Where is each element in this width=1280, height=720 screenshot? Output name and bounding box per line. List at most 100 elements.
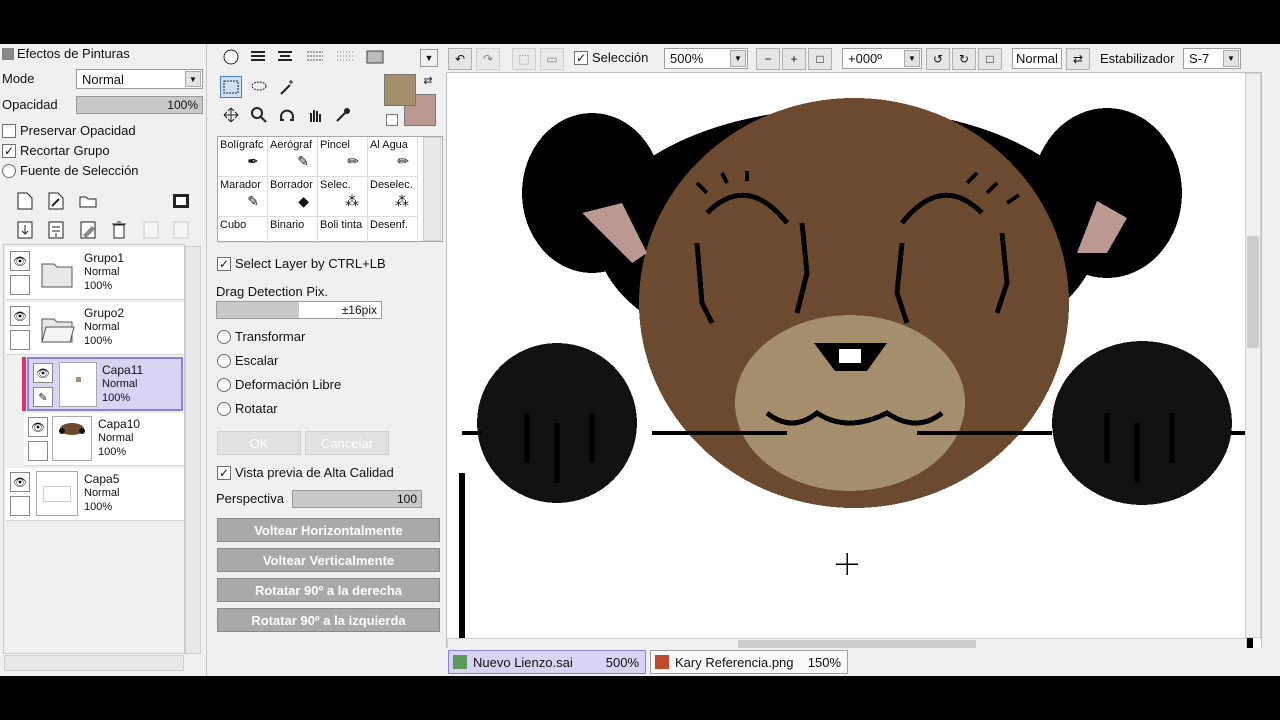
texture-shape-3-icon[interactable] [304,46,326,68]
zoom-select[interactable]: 500% ▼ [664,48,748,69]
panel-dropdown-icon[interactable]: ▼ [420,49,438,67]
brush-blur[interactable]: Desenf. [368,217,418,243]
clip-group-checkbox[interactable]: ✓ [2,143,16,158]
drag-detection-slider[interactable]: ±16pix [216,301,382,319]
clip-group-option[interactable]: ✓ Recortar Grupo [2,143,110,158]
ok-button[interactable]: OK [217,431,301,455]
zoom-out-icon[interactable]: − [756,48,780,70]
magic-wand-icon[interactable] [276,76,298,98]
undo-icon[interactable]: ↶ [448,48,472,70]
brush-deselect[interactable]: Deselec. ⁂ [368,177,418,217]
rotate-option[interactable]: Rotatar [217,401,278,416]
texture-shape-icon[interactable] [247,46,269,68]
selection-source-option[interactable]: Fuente de Selección [2,163,139,178]
brush-marker[interactable]: Marador ✎ [218,177,268,217]
free-deform-radio[interactable] [217,377,231,392]
delete-layer-icon[interactable] [108,219,130,241]
brush-airbrush[interactable]: Aerógraf ✎ [268,137,318,177]
chevron-down-icon[interactable]: ▼ [904,50,920,67]
layer-list-scrollbar[interactable] [185,246,201,654]
layer-item[interactable]: 👁 Grupo1 Normal 100% [6,247,184,300]
rotate-right-button[interactable]: Rotatar 90º a la derecha [217,578,440,602]
brush-brush[interactable]: Pincel ✏ [318,137,368,177]
main-color-swatch[interactable] [384,74,416,106]
lock-toggle[interactable] [10,330,30,350]
hand-icon[interactable] [304,104,326,126]
zoom-icon[interactable] [248,104,270,126]
transform-radio[interactable] [217,329,231,344]
rotate-icon[interactable] [276,104,298,126]
brush-pen[interactable]: Bolígrafc ✒ [218,137,268,177]
scale-option[interactable]: Escalar [217,353,278,368]
selection-toggle[interactable]: ✓ Selección [574,50,648,65]
layer-item[interactable]: 👁 Grupo2 Normal 100% [6,302,184,355]
new-layer-icon[interactable] [14,190,36,212]
new-folder-icon[interactable] [77,190,99,212]
brush-binary[interactable]: Binario [268,217,318,243]
layer-item-selected[interactable]: 👁 ✎ Capa11 Normal 100% [27,357,183,411]
eye-icon[interactable]: 👁 [10,251,30,271]
texture-shape-4-icon[interactable] [334,46,356,68]
stabilizer-select[interactable]: S-7 ▼ [1183,48,1241,69]
brush-ink-pen[interactable]: Boli tinta [318,217,368,243]
brush-grid-scrollbar[interactable] [423,137,441,241]
flip-view-icon[interactable]: ⇄ [1066,48,1090,70]
brush-bucket[interactable]: Cubo [218,217,268,243]
rotate-right-icon[interactable]: ↻ [952,48,976,70]
swap-colors-icon[interactable]: ⇄ [420,72,436,88]
move-icon[interactable] [220,104,242,126]
rotate-radio[interactable] [217,401,231,416]
opacity-slider[interactable]: 100% [76,96,203,114]
layer-list-hscrollbar[interactable] [4,655,184,671]
blend-mode-select[interactable]: Normal [1012,48,1062,69]
flip-horizontal-button[interactable]: Voltear Horizontalmente [217,518,440,542]
chevron-down-icon[interactable]: ▼ [730,50,746,67]
hq-preview-option[interactable]: ✓ Vista previa de Alta Calidad [217,465,394,480]
zoom-reset-icon[interactable]: □ [808,48,832,70]
cancel-button[interactable]: Cancelar [305,431,389,455]
merge-down-icon[interactable] [45,219,67,241]
tab-kary-referencia[interactable]: Kary Referencia.png 150% [650,650,848,674]
transform-option[interactable]: Transformar [217,329,305,344]
paint-effects-header[interactable]: Efectos de Pinturas [2,46,130,61]
eyedropper-icon[interactable] [332,104,354,126]
circle-shape-icon[interactable] [220,46,242,68]
transparent-color-icon[interactable] [386,114,398,126]
lock-toggle[interactable] [28,441,48,461]
select-layer-checkbox[interactable]: ✓ [217,256,231,271]
scroll-thumb[interactable] [1247,236,1259,348]
lasso-icon[interactable] [248,76,270,98]
eye-icon[interactable]: 👁 [28,417,48,437]
selection-source-radio[interactable] [2,163,16,178]
layer-item[interactable]: 👁 Capa10 Normal 100% [24,413,184,466]
layer-item[interactable]: 👁 Capa5 Normal 100% [6,468,184,521]
eye-icon[interactable]: 👁 [10,306,30,326]
texture-shape-5-icon[interactable] [364,46,386,68]
zoom-in-icon[interactable]: + [782,48,806,70]
redo-icon[interactable]: ↷ [476,48,500,70]
free-deform-option[interactable]: Deformación Libre [217,377,341,392]
rect-select-icon[interactable] [220,76,242,98]
select-layer-option[interactable]: ✓ Select Layer by CTRL+LB [217,256,386,271]
chevron-down-icon[interactable]: ▼ [1223,50,1239,67]
perspective-slider[interactable]: 100 [292,490,422,508]
drawing-canvas[interactable] [446,72,1262,655]
texture-shape-2-icon[interactable] [274,46,296,68]
eye-icon[interactable]: 👁 [33,363,53,383]
lock-toggle[interactable] [10,275,30,295]
tab-nuevo-lienzo[interactable]: Nuevo Lienzo.sai 500% [448,650,646,674]
transfer-down-icon[interactable] [14,219,36,241]
clear-layer-icon[interactable] [77,219,99,241]
eye-icon[interactable]: 👁 [10,472,30,492]
brush-eraser[interactable]: Borrador ◆ [268,177,318,217]
rotate-reset-icon[interactable]: □ [978,48,1002,70]
collapse-icon[interactable] [2,47,14,60]
brush-lock-icon[interactable]: ✎ [33,387,53,407]
layer-mask-icon[interactable] [170,190,192,212]
deselect-icon[interactable]: ⬚ [512,48,536,70]
preserve-opacity-checkbox[interactable] [2,123,16,138]
chevron-down-icon[interactable]: ▼ [185,71,201,87]
selection-checkbox[interactable]: ✓ [574,50,588,65]
lock-toggle[interactable] [10,496,30,516]
brush-select[interactable]: Selec. ⁂ [318,177,368,217]
